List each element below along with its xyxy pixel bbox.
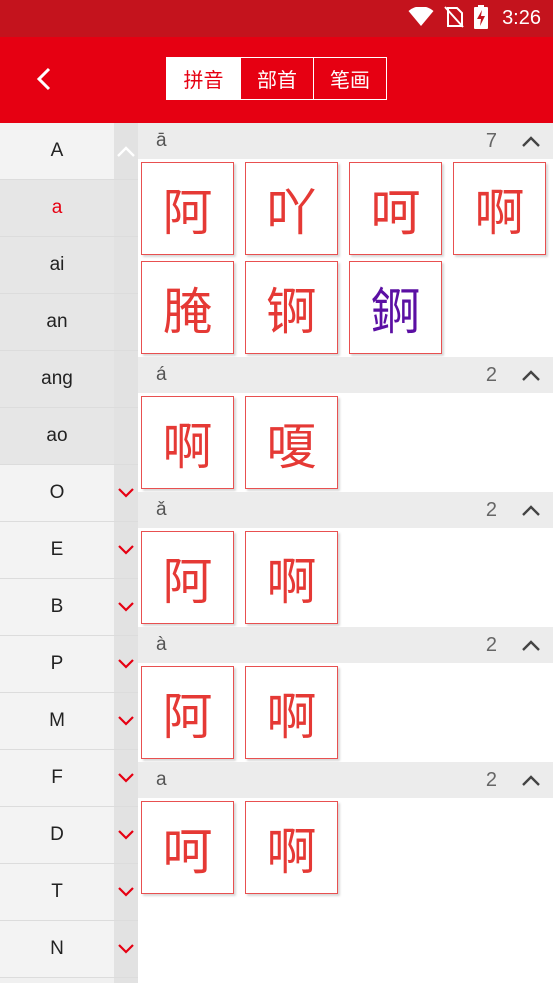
tab-pinyin[interactable]: 拼音 xyxy=(167,58,240,99)
chevron-up-icon[interactable] xyxy=(515,762,547,798)
chevron-up-icon[interactable] xyxy=(515,123,547,159)
sidebar-letter-A[interactable]: A xyxy=(0,123,138,180)
wifi-icon xyxy=(408,5,434,31)
sidebar-letter-B[interactable]: B xyxy=(0,579,138,636)
character-cell[interactable]: 呵 xyxy=(349,162,442,255)
chevron-down-icon[interactable] xyxy=(114,522,138,578)
section-pinyin: ā xyxy=(156,130,167,151)
sidebar-item-label: P xyxy=(0,636,114,692)
chevron-up-icon[interactable] xyxy=(515,627,547,663)
chevron-up-icon[interactable] xyxy=(515,357,547,393)
sidebar-letter-O[interactable]: O xyxy=(0,465,138,522)
chevron-down-icon[interactable] xyxy=(114,750,138,806)
character-cell[interactable]: 阿 xyxy=(141,666,234,759)
section-count: 2 xyxy=(485,498,497,521)
sidebar-item-ang[interactable]: ang xyxy=(0,351,138,408)
character-cell[interactable]: 啊 xyxy=(245,801,338,894)
clock: 3:26 xyxy=(502,7,541,29)
sidebar-item-ao[interactable]: ao xyxy=(0,408,138,465)
character-cell[interactable]: 嗄 xyxy=(245,396,338,489)
section-pinyin: á xyxy=(156,364,167,385)
section-count: 2 xyxy=(485,633,497,656)
character-cell[interactable]: 啊 xyxy=(245,666,338,759)
sidebar-letter-F[interactable]: F xyxy=(0,750,138,807)
pinyin-section-header[interactable]: ǎ2 xyxy=(138,492,553,528)
chevron-left-icon xyxy=(36,67,51,91)
section-count: 7 xyxy=(485,129,497,152)
tab-radical[interactable]: 部首 xyxy=(240,58,313,99)
sidebar-letter-P[interactable]: P xyxy=(0,636,138,693)
sidebar-item-label: D xyxy=(0,807,114,863)
chevron-down-icon[interactable] xyxy=(114,579,138,635)
pinyin-index-sidebar[interactable]: Aa ai an ang ao O E B P M F D T N xyxy=(0,123,138,983)
chevron-down-icon[interactable] xyxy=(114,807,138,863)
chevron-down-icon[interactable] xyxy=(114,636,138,692)
sidebar-item-a[interactable]: a xyxy=(0,180,138,237)
sidebar-item-label: E xyxy=(0,522,114,578)
character-cell[interactable]: 腌 xyxy=(141,261,234,354)
character-cell[interactable]: 吖 xyxy=(245,162,338,255)
sidebar-item-label: an xyxy=(0,294,114,350)
index-mode-tabs: 拼音 部首 笔画 xyxy=(166,57,387,100)
character-cell[interactable]: 呵 xyxy=(141,801,234,894)
chevron-down-icon[interactable] xyxy=(114,465,138,521)
sidebar-item-label: a xyxy=(0,180,114,236)
sidebar-item-label: T xyxy=(0,864,114,920)
sidebar-letter-N[interactable]: N xyxy=(0,921,138,978)
chevron-down-icon[interactable] xyxy=(114,864,138,920)
battery-charging-icon xyxy=(474,4,489,33)
character-cell[interactable]: 啊 xyxy=(141,396,234,489)
character-list[interactable]: ā7阿吖呵啊腌锕錒á2啊嗄ǎ2阿啊à2阿啊a2呵啊 xyxy=(138,123,553,983)
sidebar-item-label: M xyxy=(0,693,114,749)
back-button[interactable] xyxy=(22,57,66,101)
pinyin-section-header[interactable]: à2 xyxy=(138,627,553,663)
character-cell[interactable]: 啊 xyxy=(453,162,546,255)
sidebar-item-an[interactable]: an xyxy=(0,294,138,351)
section-count: 2 xyxy=(485,363,497,386)
character-cell[interactable]: 阿 xyxy=(141,531,234,624)
sidebar-item-label: A xyxy=(0,123,114,179)
sidebar-item-label: O xyxy=(0,465,114,521)
sidebar-item-ai[interactable]: ai xyxy=(0,237,138,294)
sidebar-item-label: N xyxy=(0,921,114,977)
character-cell[interactable]: 啊 xyxy=(245,531,338,624)
character-cell[interactable]: 錒 xyxy=(349,261,442,354)
sidebar-item-label: B xyxy=(0,579,114,635)
pinyin-section-header[interactable]: á2 xyxy=(138,357,553,393)
section-pinyin: ǎ xyxy=(156,499,167,520)
app-header: 拼音 部首 笔画 xyxy=(0,37,553,123)
character-cell[interactable]: 锕 xyxy=(245,261,338,354)
chevron-up-icon[interactable] xyxy=(515,492,547,528)
character-cell[interactable]: 阿 xyxy=(141,162,234,255)
section-count: 2 xyxy=(485,768,497,791)
chevron-down-icon[interactable] xyxy=(114,921,138,977)
pinyin-section-header[interactable]: a2 xyxy=(138,762,553,798)
status-bar: 3:26 xyxy=(0,0,553,37)
chevron-down-icon[interactable] xyxy=(114,693,138,749)
tab-stroke[interactable]: 笔画 xyxy=(313,58,386,99)
no-sim-icon xyxy=(444,5,464,32)
pinyin-section-header[interactable]: ā7 xyxy=(138,123,553,159)
section-pinyin: à xyxy=(156,634,167,655)
sidebar-item-label: ao xyxy=(0,408,114,464)
sidebar-letter-M[interactable]: M xyxy=(0,693,138,750)
chevron-up-icon[interactable] xyxy=(114,123,138,179)
sidebar-item-label: ai xyxy=(0,237,114,293)
sidebar-item-label: ang xyxy=(0,351,114,407)
section-pinyin: a xyxy=(156,769,167,790)
sidebar-letter-E[interactable]: E xyxy=(0,522,138,579)
sidebar-letter-T[interactable]: T xyxy=(0,864,138,921)
sidebar-item-label: F xyxy=(0,750,114,806)
sidebar-letter-D[interactable]: D xyxy=(0,807,138,864)
